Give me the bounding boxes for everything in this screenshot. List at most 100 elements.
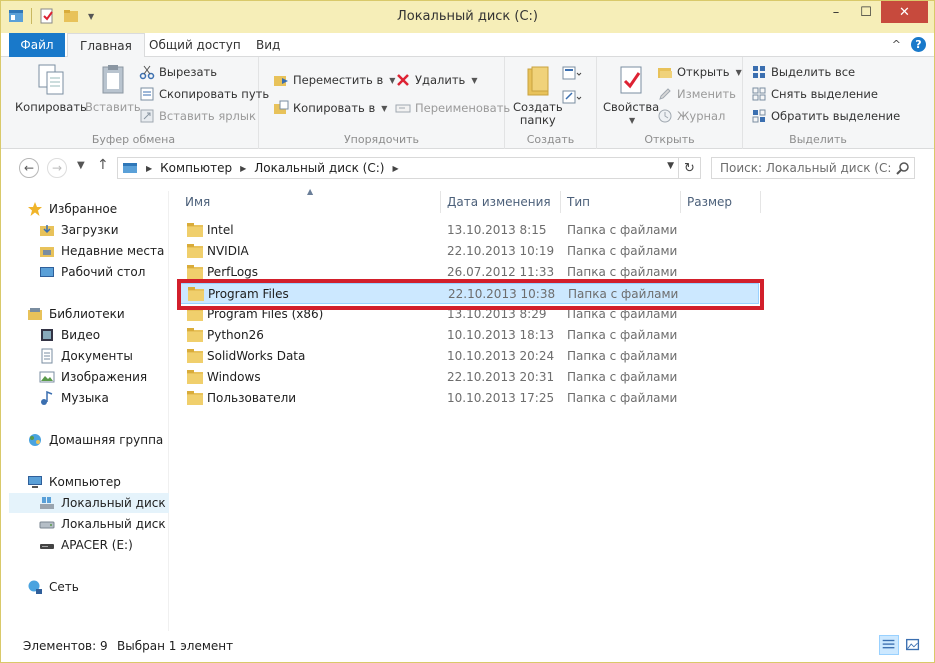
nav-desktop[interactable]: Рабочий стол xyxy=(9,262,169,282)
nav-apacer[interactable]: APACER (E:) xyxy=(9,535,169,555)
select-group-label: Выделить xyxy=(789,133,847,146)
copy-to-button[interactable]: Копировать в ▼ xyxy=(273,99,387,117)
details-view-button[interactable] xyxy=(879,635,899,655)
search-icon[interactable] xyxy=(896,161,910,175)
column-header-name[interactable]: Имя xyxy=(179,191,441,213)
copy-to-dropdown-icon: ▼ xyxy=(381,103,388,113)
folder-icon xyxy=(187,307,203,321)
help-icon[interactable]: ? xyxy=(911,37,926,52)
nav-video[interactable]: Видео xyxy=(9,325,169,345)
group-clipboard: Копировать Вставить Вырезать Скопировать… xyxy=(9,57,269,149)
nav-network-label: Сеть xyxy=(49,580,79,594)
table-row[interactable]: Python26 10.10.2013 18:13 Папка с файлами xyxy=(179,325,759,346)
copy-path-icon xyxy=(140,87,154,101)
music-note-icon xyxy=(41,390,53,405)
nav-documents[interactable]: Документы xyxy=(9,346,169,366)
nav-homegroup[interactable]: Домашняя группа xyxy=(9,430,169,450)
copy-button[interactable]: Копировать xyxy=(15,63,87,114)
collapse-ribbon-icon[interactable]: ^ xyxy=(892,38,901,51)
back-button[interactable]: ← xyxy=(19,158,39,178)
open-folder-icon xyxy=(658,68,672,78)
breadcrumb-computer[interactable]: Компьютер xyxy=(160,161,232,175)
scissors-icon xyxy=(139,65,155,80)
tab-file[interactable]: Файл xyxy=(9,33,65,57)
history-button[interactable]: Журнал xyxy=(657,107,725,125)
rename-label: Переименовать xyxy=(415,101,511,115)
breadcrumb-separator-icon[interactable]: ▶ xyxy=(392,164,398,173)
copy-path-button[interactable]: Скопировать путь xyxy=(139,85,269,103)
move-to-button[interactable]: Переместить в ▼ xyxy=(273,71,395,89)
folder-icon xyxy=(187,328,203,342)
select-none-icon xyxy=(752,87,766,101)
tab-home[interactable]: Главная xyxy=(67,33,145,58)
nav-documents-label: Документы xyxy=(61,349,133,363)
nav-computer[interactable]: Компьютер xyxy=(9,472,169,492)
address-dropdown-icon[interactable]: ▼ xyxy=(667,161,674,171)
tab-view[interactable]: Вид xyxy=(244,33,292,57)
file-name: Пользователи xyxy=(207,391,297,405)
open-button[interactable]: Открыть ▼ xyxy=(657,63,742,81)
group-open: Свойства ▼ Открыть ▼ Изменить Журнал Откр… xyxy=(597,57,743,149)
group-select: Выделить все Снять выделение Обратить вы… xyxy=(743,57,900,149)
cut-button[interactable]: Вырезать xyxy=(139,63,217,81)
table-row[interactable]: Windows 22.10.2013 20:31 Папка с файлами xyxy=(179,367,759,388)
invert-selection-button[interactable]: Обратить выделение xyxy=(751,107,900,125)
table-row[interactable]: Intel 13.10.2013 8:15 Папка с файлами xyxy=(179,220,759,241)
breadcrumb-separator-icon[interactable]: ▶ xyxy=(240,164,246,173)
table-row[interactable]: Пользователи 10.10.2013 17:25 Папка с файл… xyxy=(179,388,759,409)
recent-locations-icon[interactable]: ▼ xyxy=(77,160,85,171)
file-date: 22.10.2013 10:19 xyxy=(447,244,555,258)
nav-music[interactable]: Музыка xyxy=(9,388,169,408)
paste-shortcut-button[interactable]: Вставить ярлык xyxy=(139,107,256,125)
tab-share[interactable]: Общий доступ xyxy=(137,33,253,57)
breadcrumb-separator-icon[interactable]: ▶ xyxy=(146,164,152,173)
nav-favorites[interactable]: Избранное xyxy=(9,199,169,219)
properties-button[interactable]: Свойства ▼ xyxy=(603,63,659,127)
address-bar[interactable]: ▶ Компьютер ▶ Локальный диск (C:) ▶ ▼ ↻ xyxy=(117,157,701,179)
new-folder-button[interactable]: Создать папку xyxy=(513,63,563,127)
up-arrow-icon[interactable]: ↑ xyxy=(97,157,109,173)
nav-network[interactable]: Сеть xyxy=(9,577,169,597)
nav-disk-c[interactable]: Локальный диск (C xyxy=(9,493,169,513)
group-new: Создать папку Создать xyxy=(505,57,597,149)
minimize-button[interactable]: – xyxy=(821,1,851,23)
delete-button[interactable]: Удалить ▼ xyxy=(395,71,477,89)
table-row[interactable]: PerfLogs 26.07.2012 11:33 Папка с файлами xyxy=(179,262,759,283)
nav-pictures[interactable]: Изображения xyxy=(9,367,169,387)
nav-recent[interactable]: Недавние места xyxy=(9,241,169,261)
select-none-button[interactable]: Снять выделение xyxy=(751,85,878,103)
maximize-button[interactable]: ☐ xyxy=(851,1,881,23)
table-row[interactable]: Program Files 22.10.2013 10:38 Папка с фай… xyxy=(179,283,759,304)
network-icon xyxy=(28,580,42,594)
nav-music-label: Музыка xyxy=(61,391,109,405)
select-all-button[interactable]: Выделить все xyxy=(751,63,855,81)
search-input[interactable] xyxy=(712,158,892,178)
column-header-date[interactable]: Дата изменения xyxy=(441,191,561,213)
refresh-button[interactable]: ↻ xyxy=(678,158,700,178)
edit-button[interactable]: Изменить xyxy=(657,85,736,103)
properties-label: Свойства xyxy=(603,100,660,114)
file-name: Program Files (x86) xyxy=(207,307,324,321)
large-icons-view-button[interactable] xyxy=(903,635,923,655)
table-row[interactable]: NVIDIA 22.10.2013 10:19 Папка с файлами xyxy=(179,241,759,262)
nav-downloads-label: Загрузки xyxy=(61,223,119,237)
new-item-icon[interactable] xyxy=(561,65,583,83)
table-row[interactable]: Program Files (x86) 13.10.2013 8:29 Папка … xyxy=(179,304,759,325)
open-dropdown-icon: ▼ xyxy=(735,67,742,77)
forward-button[interactable]: → xyxy=(47,158,67,178)
close-button[interactable]: ✕ xyxy=(881,1,928,23)
file-name: Windows xyxy=(207,370,261,384)
nav-disk-d[interactable]: Локальный диск (D xyxy=(9,514,169,534)
nav-libraries[interactable]: Библиотеки xyxy=(9,304,169,324)
selection-status: Выбран 1 элемент xyxy=(117,639,234,653)
table-row[interactable]: SolidWorks Data 10.10.2013 20:24 Папка с ф… xyxy=(179,346,759,367)
breadcrumb-disk-c[interactable]: Локальный диск (C:) xyxy=(254,161,384,175)
paste-button[interactable]: Вставить xyxy=(85,63,141,114)
file-type: Папка с файлами xyxy=(567,370,678,384)
nav-downloads[interactable]: Загрузки xyxy=(9,220,169,240)
column-header-type[interactable]: Тип xyxy=(561,191,681,213)
column-header-size[interactable]: Размер xyxy=(681,191,761,213)
ribbon-tabs: Файл Главная Общий доступ Вид ^ ? xyxy=(1,33,934,58)
rename-button[interactable]: Переименовать xyxy=(395,99,510,117)
easy-access-icon[interactable] xyxy=(561,89,583,107)
